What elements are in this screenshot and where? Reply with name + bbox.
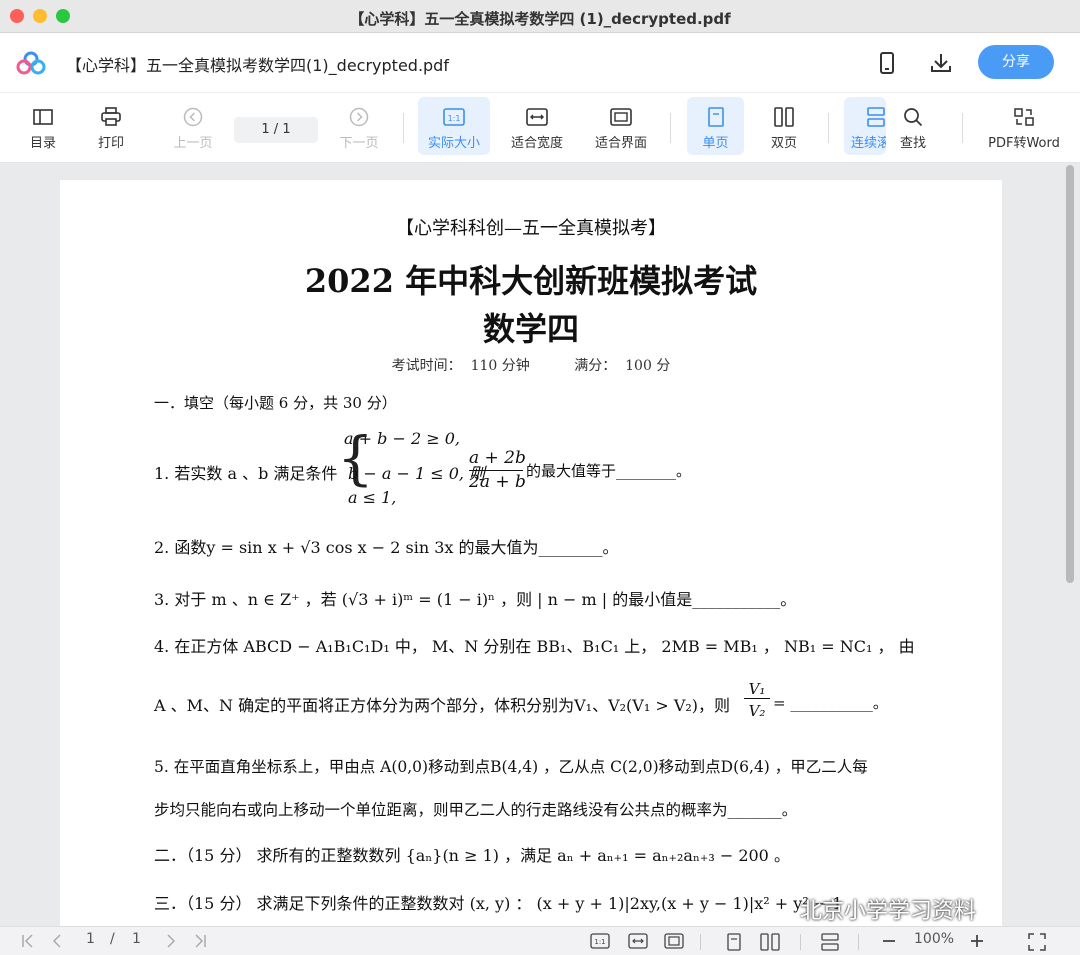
status-bar: 1 / 1 1:1 100% bbox=[0, 926, 1080, 955]
app-logo-icon bbox=[16, 51, 46, 75]
exam-info: 考试时间： 110 分钟 满分： 100 分 bbox=[391, 358, 671, 374]
fullscreen-icon[interactable] bbox=[1028, 933, 1046, 951]
convert-icon bbox=[1014, 108, 1034, 126]
continuous-scroll-icon[interactable] bbox=[820, 933, 840, 951]
status-divider bbox=[700, 934, 701, 950]
q1-numerator: a + 2b bbox=[469, 448, 526, 471]
total-page-number: 1 bbox=[132, 931, 141, 947]
fit-width-icon bbox=[526, 108, 548, 126]
actual-size-icon[interactable]: 1:1 bbox=[590, 933, 610, 949]
current-page-number[interactable]: 1 bbox=[86, 931, 95, 947]
q1-condition-2: b − a − 1 ≤ 0, 则 bbox=[348, 464, 486, 483]
print-icon bbox=[101, 107, 121, 126]
first-page-icon[interactable] bbox=[20, 933, 36, 949]
prev-page-button[interactable]: 上一页 bbox=[166, 97, 220, 155]
question-4-line-1: 4. 在正方体 ABCD − A₁B₁C₁D₁ 中， M、N 分别在 BB₁、B… bbox=[154, 637, 915, 656]
vertical-scrollbar[interactable] bbox=[1066, 165, 1074, 583]
toolbar-divider bbox=[962, 113, 963, 143]
status-divider bbox=[858, 934, 859, 950]
double-page-button[interactable]: 双页 bbox=[758, 97, 810, 155]
fit-page-button[interactable]: 适合界面 bbox=[586, 97, 656, 155]
svg-text:1:1: 1:1 bbox=[448, 114, 461, 123]
q4-numerator: V₁ bbox=[744, 680, 770, 699]
section-2: 二．（15 分） 求所有的正整数数列 {aₙ}(n ≥ 1) ，满足 aₙ + … bbox=[154, 846, 790, 865]
q4-denominator: V₂ bbox=[748, 702, 766, 720]
single-page-icon[interactable] bbox=[726, 933, 742, 951]
q1-text: 1. 若实数 a 、b 满足条件 bbox=[154, 464, 338, 483]
toolbar: 目录 打印 上一页 1 / 1 下一页 1:1 实际大小 适合宽度 适合界面 单… bbox=[0, 93, 1080, 163]
q4-tail: = ___________。 bbox=[773, 694, 888, 712]
last-page-icon[interactable] bbox=[192, 933, 208, 949]
exam-title: 2022 年中科大创新班模拟考试 bbox=[304, 262, 758, 300]
toc-icon bbox=[33, 109, 53, 125]
window-title: 【心学科】五一全真模拟考数学四 (1)_decrypted.pdf bbox=[349, 10, 731, 28]
mobile-icon[interactable] bbox=[879, 52, 895, 74]
section-3: 三．（15 分） 求满足下列条件的正整数数对 (x, y) ： (x + y +… bbox=[154, 894, 843, 913]
print-button[interactable]: 打印 bbox=[86, 97, 136, 155]
continuous-scroll-button[interactable]: 连续滚 bbox=[844, 97, 886, 155]
pdf-page: 【心学科科创—五一全真模拟考】 2022 年中科大创新班模拟考试 数学四 考试时… bbox=[60, 180, 1002, 926]
share-button[interactable]: 分享 bbox=[978, 45, 1054, 79]
zoom-in-icon[interactable] bbox=[970, 933, 984, 949]
download-icon[interactable] bbox=[930, 53, 952, 73]
fit-width-icon[interactable] bbox=[628, 933, 648, 949]
next-page-icon[interactable] bbox=[164, 933, 178, 949]
find-button[interactable]: 查找 bbox=[888, 97, 938, 155]
page-number-input[interactable]: 1 / 1 bbox=[234, 117, 318, 143]
document-viewer[interactable]: 【心学科科创—五一全真模拟考】 2022 年中科大创新班模拟考试 数学四 考试时… bbox=[0, 163, 1080, 926]
toolbar-divider bbox=[403, 113, 404, 143]
actual-size-button[interactable]: 1:1 实际大小 bbox=[418, 97, 490, 155]
pdf-to-word-button[interactable]: PDF转Word bbox=[982, 97, 1066, 155]
title-bar: 【心学科】五一全真模拟考数学四 (1)_decrypted.pdf bbox=[0, 0, 1080, 33]
toolbar-divider bbox=[828, 113, 829, 143]
actual-size-icon: 1:1 bbox=[443, 108, 465, 126]
q1-denominator: 2a + b bbox=[469, 472, 526, 492]
section-1-heading: 一．填空（每小题 6 分，共 30 分） bbox=[154, 394, 397, 412]
double-page-icon bbox=[774, 107, 794, 127]
status-divider bbox=[800, 934, 801, 950]
fit-page-icon bbox=[610, 108, 632, 126]
page-separator: / bbox=[110, 931, 115, 947]
q1-tail: 的最大值等于________。 bbox=[526, 462, 692, 480]
question-3: 3. 对于 m 、n ∈ Z⁺ ，若 (√3 + i)ᵐ = (1 − i)ⁿ … bbox=[154, 590, 797, 609]
q1-condition-3: a ≤ 1, bbox=[348, 488, 397, 507]
single-page-button[interactable]: 单页 bbox=[687, 97, 744, 155]
prev-page-icon[interactable] bbox=[50, 933, 64, 949]
chevron-left-circle-icon bbox=[183, 107, 203, 127]
exam-subtitle: 数学四 bbox=[482, 310, 579, 348]
next-page-button[interactable]: 下一页 bbox=[332, 97, 386, 155]
document-title: 【心学科】五一全真模拟考数学四(1)_decrypted.pdf bbox=[66, 56, 449, 75]
question-4-line-2: A 、M、N 确定的平面将正方体分为两个部分，体积分别为V₁、V₂(V₁ > V… bbox=[154, 696, 731, 715]
svg-text:1:1: 1:1 bbox=[594, 938, 605, 946]
fit-page-icon[interactable] bbox=[664, 933, 684, 949]
chevron-right-circle-icon bbox=[349, 107, 369, 127]
double-page-icon[interactable] bbox=[760, 933, 780, 951]
search-icon bbox=[904, 108, 923, 127]
toolbar-divider bbox=[670, 113, 671, 143]
exam-header-line: 【心学科科创—五一全真模拟考】 bbox=[396, 218, 666, 239]
question-5-line-2: 步均只能向右或向上移动一个单位距离，则甲乙二人的行走路线没有公共点的概率为___… bbox=[154, 801, 798, 819]
question-5-line-1: 5. 在平面直角坐标系上，甲由点 A(0,0)移动到点B(4,4) ，乙从点 C… bbox=[154, 758, 868, 776]
app-header: 【心学科】五一全真模拟考数学四(1)_decrypted.pdf 分享 bbox=[0, 33, 1080, 93]
single-page-icon bbox=[707, 107, 724, 127]
watermark-text: 北京小学学习资料 bbox=[800, 899, 977, 924]
fit-width-button[interactable]: 适合宽度 bbox=[502, 97, 572, 155]
zoom-out-icon[interactable] bbox=[882, 933, 896, 949]
question-2: 2. 函数y = sin x + √3 cos x − 2 sin 3x 的最大… bbox=[154, 538, 619, 557]
continuous-scroll-icon bbox=[867, 107, 885, 127]
toc-button[interactable]: 目录 bbox=[18, 97, 68, 155]
zoom-level[interactable]: 100% bbox=[914, 931, 954, 947]
